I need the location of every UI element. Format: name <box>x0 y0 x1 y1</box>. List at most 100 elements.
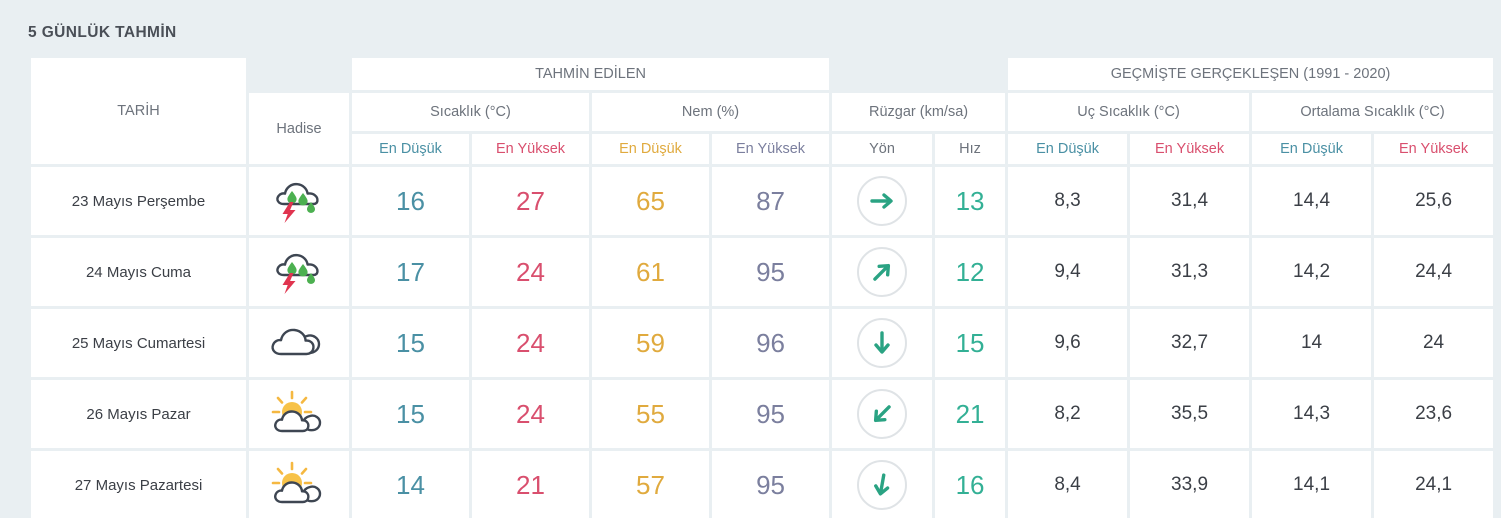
humidity-max-value: 95 <box>712 451 830 518</box>
humidity-min-value: 59 <box>592 309 709 377</box>
table-row[interactable]: 26 Mayıs Pazar 15 24 55 95 21 8,2 35,5 1… <box>31 380 1494 448</box>
header-tarih: TARİH <box>31 58 246 164</box>
wind-direction-dial <box>857 247 908 297</box>
weather-condition-cell <box>249 451 349 518</box>
humidity-max-value: 96 <box>712 309 830 377</box>
hist-mean-max-value: 24,4 <box>1374 238 1494 306</box>
hist-mean-max-value: 23,6 <box>1374 380 1494 448</box>
temp-max-value: 27 <box>472 167 589 235</box>
partly-sunny-icon <box>271 461 322 504</box>
weather-forecast-page: 5 GÜNLÜK TAHMİN TARİH TAHMİN EDİLEN GEÇM… <box>0 0 1501 518</box>
humidity-min-value: 61 <box>592 238 709 306</box>
hist-extreme-max-value: 31,4 <box>1130 167 1250 235</box>
page-title: 5 GÜNLÜK TAHMİN <box>28 24 177 41</box>
hist-mean-max-value: 24 <box>1374 309 1494 377</box>
hist-mean-min-value: 14,4 <box>1252 167 1372 235</box>
thunderstorm-rain-icon <box>276 182 319 223</box>
wind-direction-cell <box>832 167 933 235</box>
hist-mean-max-value: 25,6 <box>1374 167 1494 235</box>
table-row[interactable]: 25 Mayıs Cumartesi 15 24 59 96 15 9,6 32… <box>31 309 1494 377</box>
weather-condition-cell <box>249 309 349 377</box>
wind-speed-value: 12 <box>935 238 1006 306</box>
wind-direction-dial <box>857 318 908 368</box>
header-col-hist-mean-max: En Yüksek <box>1374 134 1494 164</box>
wind-direction-cell <box>832 451 933 518</box>
temp-max-value: 24 <box>472 380 589 448</box>
header-col-hum-max: En Yüksek <box>712 134 830 164</box>
header-row-groups: TARİH TAHMİN EDİLEN GEÇMİŞTE GERÇEKLEŞEN… <box>31 58 1494 164</box>
forecast-table: TARİH TAHMİN EDİLEN GEÇMİŞTE GERÇEKLEŞEN… <box>28 55 1496 518</box>
header-col-hist-mean-min: En Düşük <box>1252 134 1372 164</box>
wind-direction-dial <box>857 389 908 439</box>
cloudy-icon <box>249 309 349 377</box>
header-col-wind-dir: Yön <box>832 134 933 164</box>
weather-condition-cell <box>249 238 349 306</box>
arrow-south-icon <box>874 331 890 354</box>
temp-min-value: 15 <box>352 309 469 377</box>
table-body: 23 Mayıs Perşembe 16 27 65 87 13 8,3 31,… <box>31 167 1494 518</box>
header-subgroup-nem: Nem (%) <box>592 93 830 131</box>
wind-direction-cell <box>832 238 933 306</box>
weather-condition-cell <box>249 380 349 448</box>
weather-condition-cell <box>249 167 349 235</box>
hist-extreme-max-value: 31,3 <box>1130 238 1250 306</box>
hist-extreme-max-value: 33,9 <box>1130 451 1250 518</box>
header-col-wind-speed: Hız <box>935 134 1006 164</box>
wind-direction-dial <box>857 460 908 510</box>
forecast-date: 27 Mayıs Pazartesi <box>31 451 246 518</box>
thunderstorm-rain-icon <box>276 253 319 294</box>
arrow-southwest-icon <box>873 405 891 423</box>
wind-speed-value: 16 <box>935 451 1006 518</box>
thunderstorm-rain-icon <box>249 238 349 306</box>
humidity-min-value: 55 <box>592 380 709 448</box>
wind-direction-cell <box>832 380 933 448</box>
table-row[interactable]: 23 Mayıs Perşembe 16 27 65 87 13 8,3 31,… <box>31 167 1494 235</box>
header-col-temp-max: En Yüksek <box>472 134 589 164</box>
hist-mean-min-value: 14,2 <box>1252 238 1372 306</box>
header-col-hist-extreme-min: En Düşük <box>1008 134 1128 164</box>
hist-extreme-min-value: 8,3 <box>1008 167 1128 235</box>
forecast-date: 26 Mayıs Pazar <box>31 380 246 448</box>
header-subgroup-sicaklik: Sıcaklık (°C) <box>352 93 589 131</box>
temp-min-value: 15 <box>352 380 469 448</box>
hist-extreme-min-value: 8,2 <box>1008 380 1128 448</box>
header-row-subgroups: Hadise Sıcaklık (°C) Nem (%) Rüzgar (km/… <box>31 93 1494 164</box>
wind-direction-cell <box>832 309 933 377</box>
temp-min-value: 16 <box>352 167 469 235</box>
humidity-min-value: 65 <box>592 167 709 235</box>
wind-speed-value: 13 <box>935 167 1006 235</box>
hist-mean-min-value: 14,3 <box>1252 380 1372 448</box>
wind-direction-dial <box>857 176 908 226</box>
table-row[interactable]: 24 Mayıs Cuma 17 24 61 95 12 9,4 31,3 14… <box>31 238 1494 306</box>
wind-speed-value: 21 <box>935 380 1006 448</box>
hist-extreme-min-value: 9,4 <box>1008 238 1128 306</box>
thunderstorm-rain-icon <box>249 167 349 235</box>
table-header: TARİH TAHMİN EDİLEN GEÇMİŞTE GERÇEKLEŞEN… <box>31 58 1494 164</box>
humidity-min-value: 57 <box>592 451 709 518</box>
hist-mean-min-value: 14,1 <box>1252 451 1372 518</box>
temp-min-value: 14 <box>352 451 469 518</box>
header-group-forecast: TAHMİN EDİLEN <box>352 58 830 90</box>
hist-extreme-max-value: 35,5 <box>1130 380 1250 448</box>
humidity-max-value: 95 <box>712 238 830 306</box>
hist-mean-max-value: 24,1 <box>1374 451 1494 518</box>
header-subgroup-ortalama-sicaklik: Ortalama Sıcaklık (°C) <box>1252 93 1494 131</box>
hist-mean-min-value: 14 <box>1252 309 1372 377</box>
header-group-history: GEÇMİŞTE GERÇEKLEŞEN (1991 - 2020) <box>1008 58 1494 90</box>
forecast-date: 24 Mayıs Cuma <box>31 238 246 306</box>
hist-extreme-min-value: 9,6 <box>1008 309 1128 377</box>
humidity-max-value: 95 <box>712 380 830 448</box>
partly-sunny-icon <box>249 451 349 518</box>
wind-speed-value: 15 <box>935 309 1006 377</box>
forecast-date: 25 Mayıs Cumartesi <box>31 309 246 377</box>
header-col-hist-extreme-max: En Yüksek <box>1130 134 1250 164</box>
forecast-date: 23 Mayıs Perşembe <box>31 167 246 235</box>
table-row[interactable]: 27 Mayıs Pazartesi 14 21 57 95 16 8,4 33… <box>31 451 1494 518</box>
hist-extreme-max-value: 32,7 <box>1130 309 1250 377</box>
header-col-temp-min: En Düşük <box>352 134 469 164</box>
temp-max-value: 24 <box>472 238 589 306</box>
header-spacer-hadise <box>249 58 349 90</box>
partly-sunny-icon <box>271 390 322 433</box>
temp-min-value: 17 <box>352 238 469 306</box>
arrow-east-icon <box>870 193 893 209</box>
